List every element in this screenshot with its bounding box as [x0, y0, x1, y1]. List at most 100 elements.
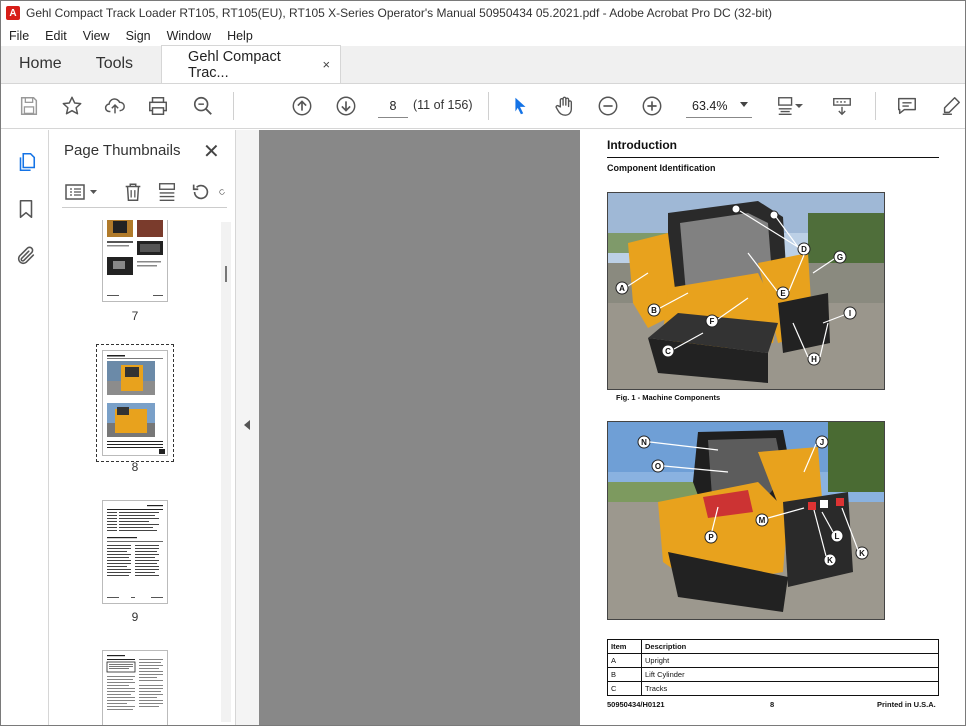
rotate-icon[interactable] [190, 181, 212, 203]
figure2-label: O [655, 462, 661, 471]
figure1-label: F [710, 317, 715, 326]
chevron-down-icon[interactable] [793, 94, 805, 118]
thumbnail-options-icon[interactable] [64, 181, 100, 203]
close-icon[interactable]: ✕ [203, 139, 220, 164]
figure2-label: L [835, 532, 840, 541]
figure1-label: C [665, 347, 671, 356]
thumbnail-scrollbar[interactable] [221, 222, 231, 722]
menu-file[interactable]: File [1, 29, 37, 43]
table-header-cell: Item [607, 639, 642, 654]
next-page-icon[interactable] [334, 94, 358, 118]
thumbnail-label: 8 [131, 460, 139, 474]
table-row: A Upright [607, 653, 939, 668]
cloud-upload-icon[interactable] [103, 94, 127, 118]
menu-edit[interactable]: Edit [37, 29, 75, 43]
print-icon[interactable] [146, 94, 170, 118]
thumbnail-label: 9 [131, 610, 139, 624]
tab-home[interactable]: Home [1, 45, 80, 83]
tab-bar: Home Tools Gehl Compact Trac... × [1, 45, 965, 84]
collapse-arrow-icon[interactable] [244, 420, 250, 430]
select-cursor-icon[interactable] [508, 94, 532, 118]
zoom-search-icon[interactable] [191, 94, 215, 118]
thumbnail-page[interactable] [102, 650, 168, 725]
star-icon[interactable] [60, 94, 84, 118]
acrobat-logo-icon: A [6, 6, 20, 20]
thumbnail-label: 7 [131, 309, 139, 323]
page-count: (11 of 156) [413, 98, 473, 112]
component-table: Item Description A Upright B Lift Cylind… [607, 639, 939, 696]
zoom-in-icon[interactable] [640, 94, 664, 118]
menu-help[interactable]: Help [219, 29, 261, 43]
figure1-label: B [651, 306, 657, 315]
chevron-down-icon [740, 102, 748, 107]
table-row: B Lift Cylinder [607, 667, 939, 682]
comment-icon[interactable] [895, 94, 919, 118]
rotate-clockwise-icon[interactable] [218, 181, 226, 203]
thumbnail-scrollbar-thumb[interactable] [225, 266, 227, 282]
pdf-page: Introduction Component Identification A … [580, 130, 965, 725]
figure1-label: H [811, 355, 817, 364]
table-header-cell: Description [641, 639, 939, 654]
paperclip-icon[interactable] [14, 244, 38, 268]
toolbar: 8 (11 of 156) 63.4% [1, 84, 965, 129]
table-cell: B [607, 667, 642, 682]
table-cell: Lift Cylinder [641, 667, 939, 682]
left-rail [1, 130, 49, 725]
thumbnails-title: Page Thumbnails [64, 142, 181, 159]
page-footer-right: Printed in U.S.A. [877, 700, 936, 709]
tab-close-icon[interactable]: × [322, 57, 330, 72]
zoom-select[interactable]: 63.4% [686, 94, 752, 118]
toolbar-separator [875, 92, 876, 120]
table-row: C Tracks [607, 681, 939, 696]
menu-window[interactable]: Window [159, 29, 219, 43]
zoom-out-icon[interactable] [596, 94, 620, 118]
previous-page-icon[interactable] [290, 94, 314, 118]
menu-bar: File Edit View Sign Window Help [1, 25, 965, 46]
figure1-label: G [837, 253, 843, 262]
save-icon[interactable] [17, 94, 41, 118]
figure2-label: K [827, 556, 833, 565]
figure1-label: E [780, 289, 786, 298]
heading-rule [607, 157, 939, 158]
thumbnail-page[interactable] [102, 220, 168, 302]
menu-sign[interactable]: Sign [118, 29, 159, 43]
tab-document[interactable]: Gehl Compact Trac... × [161, 45, 342, 83]
figure2-label: N [641, 438, 647, 447]
toolbar-separator [488, 92, 489, 120]
figure-caption: Fig. 1 - Machine Components [616, 393, 721, 402]
figure2-label: P [708, 533, 714, 542]
table-cell: C [607, 681, 642, 696]
tab-document-label: Gehl Compact Trac... [188, 48, 281, 81]
table-cell: A [607, 653, 642, 668]
figure2-label: K [859, 549, 865, 558]
page-footer-left: 50950434/H0121 [607, 700, 665, 709]
page-thumbnails-icon[interactable] [14, 150, 38, 174]
table-cell: Tracks [641, 681, 939, 696]
thumbnail-page[interactable] [102, 500, 168, 604]
page-number-input[interactable]: 8 [378, 94, 408, 118]
figure1-label: D [801, 245, 807, 254]
toolbar-separator [233, 92, 234, 120]
figure1-label: I [849, 309, 851, 318]
thumbnail-page-selected[interactable] [96, 344, 174, 462]
hand-tool-icon[interactable] [552, 94, 576, 118]
tab-tools[interactable]: Tools [80, 45, 151, 83]
panel-splitter[interactable] [235, 130, 259, 725]
window-title: Gehl Compact Track Loader RT105, RT105(E… [26, 6, 773, 20]
thumbnails-panel: Page Thumbnails ✕ 7 8 9 [49, 130, 235, 725]
zoom-value: 63.4% [692, 98, 728, 113]
scroll-mode-icon[interactable] [830, 94, 854, 118]
page-footer-number: 8 [770, 700, 775, 709]
page-layout-icon[interactable] [156, 181, 178, 203]
thumbnails-toolbar [62, 178, 227, 208]
trash-icon[interactable] [122, 181, 144, 203]
document-viewport[interactable]: Introduction Component Identification A … [259, 130, 965, 725]
highlight-pen-icon[interactable] [939, 94, 963, 118]
page-subheading: Component Identification [607, 163, 716, 173]
menu-view[interactable]: View [75, 29, 118, 43]
page-heading: Introduction [607, 138, 677, 152]
thumbnail-list: 7 8 9 [49, 220, 235, 725]
machine-photo-rear: N O J M L K K P [607, 421, 885, 620]
bookmark-icon[interactable] [14, 197, 38, 221]
figure2-label: M [759, 516, 766, 525]
